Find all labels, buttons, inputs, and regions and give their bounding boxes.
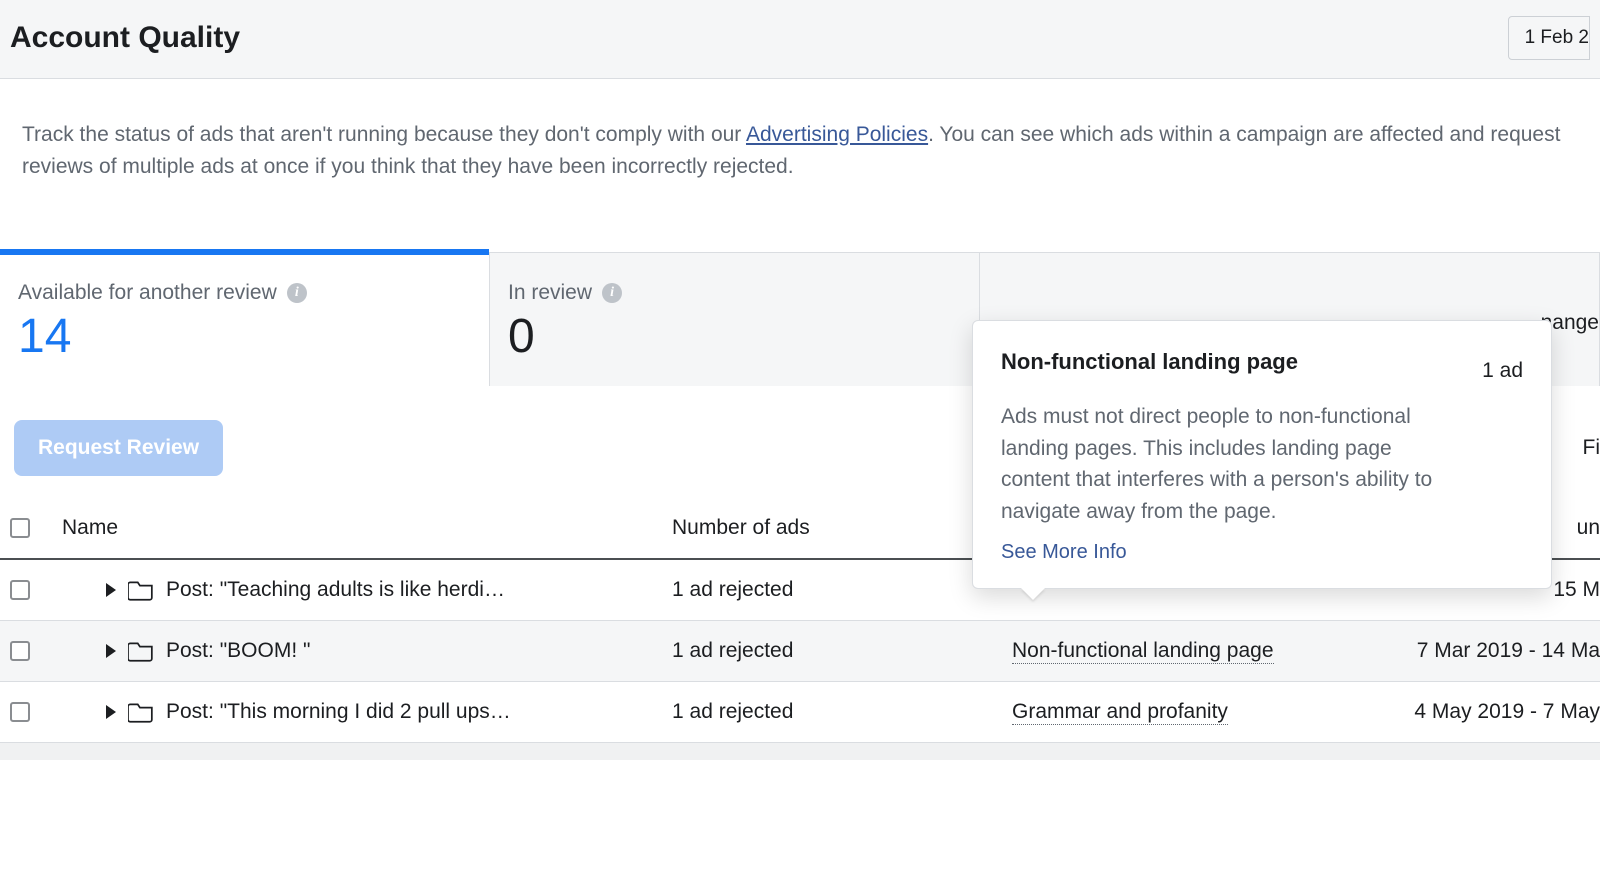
- tab-in-review-count: 0: [508, 309, 961, 364]
- row-date: 4 May 2019 - 7 May: [1402, 700, 1600, 724]
- folder-icon: [128, 640, 154, 662]
- header-bar: Account Quality 1 Feb 2: [0, 0, 1600, 79]
- folder-icon: [128, 701, 154, 723]
- advertising-policies-link[interactable]: Advertising Policies: [746, 123, 928, 146]
- row-name[interactable]: Post: "Teaching adults is like herdi…: [166, 578, 505, 602]
- filter-label[interactable]: Fi: [1583, 436, 1600, 460]
- chevron-right-icon[interactable]: [106, 644, 116, 658]
- row-name[interactable]: Post: "This morning I did 2 pull ups…: [166, 700, 511, 724]
- chevron-right-icon[interactable]: [106, 583, 116, 597]
- tooltip-caret-icon: [1021, 588, 1045, 600]
- info-icon[interactable]: i: [287, 283, 307, 303]
- row-reason-link[interactable]: Grammar and profanity: [1012, 700, 1228, 725]
- tooltip-count: 1 ad: [1482, 347, 1523, 383]
- row-number: 1 ad rejected: [672, 639, 1012, 663]
- reason-tooltip: Non-functional landing page 1 ad Ads mus…: [972, 320, 1552, 589]
- tab-available-for-review[interactable]: Available for another review i 14: [0, 253, 490, 386]
- row-checkbox[interactable]: [10, 580, 30, 600]
- date-range-button[interactable]: 1 Feb 2: [1508, 16, 1590, 60]
- row-checkbox[interactable]: [10, 702, 30, 722]
- tab-in-review-label: In review: [508, 281, 592, 305]
- select-all-checkbox[interactable]: [10, 518, 30, 538]
- info-icon[interactable]: i: [602, 283, 622, 303]
- row-name[interactable]: Post: "BOOM! ": [166, 639, 310, 663]
- intro-text: Track the status of ads that aren't runn…: [0, 79, 1600, 252]
- row-date: 7 Mar 2019 - 14 Ma: [1402, 639, 1600, 663]
- folder-icon: [128, 579, 154, 601]
- intro-text-before: Track the status of ads that aren't runn…: [22, 123, 746, 146]
- col-header-number[interactable]: Number of ads: [672, 516, 1012, 540]
- footer-strip: [0, 742, 1600, 760]
- page-title: Account Quality: [10, 21, 240, 55]
- col-header-name[interactable]: Name: [62, 516, 672, 540]
- tooltip-see-more-link[interactable]: See More Info: [1001, 541, 1523, 564]
- tab-available-count: 14: [18, 309, 471, 364]
- table-row: Post: "This morning I did 2 pull ups… 1 …: [0, 681, 1600, 742]
- row-number: 1 ad rejected: [672, 700, 1012, 724]
- tooltip-body: Ads must not direct people to non-functi…: [1001, 401, 1441, 527]
- row-checkbox[interactable]: [10, 641, 30, 661]
- chevron-right-icon[interactable]: [106, 705, 116, 719]
- tab-in-review[interactable]: In review i 0: [490, 253, 980, 386]
- tab-available-label: Available for another review: [18, 281, 277, 305]
- tooltip-title: Non-functional landing page: [1001, 347, 1298, 377]
- row-reason-link[interactable]: Non-functional landing page: [1012, 639, 1274, 664]
- row-number: 1 ad rejected: [672, 578, 1012, 602]
- table-row: Post: "BOOM! " 1 ad rejected Non-functio…: [0, 620, 1600, 681]
- request-review-button[interactable]: Request Review: [14, 420, 223, 476]
